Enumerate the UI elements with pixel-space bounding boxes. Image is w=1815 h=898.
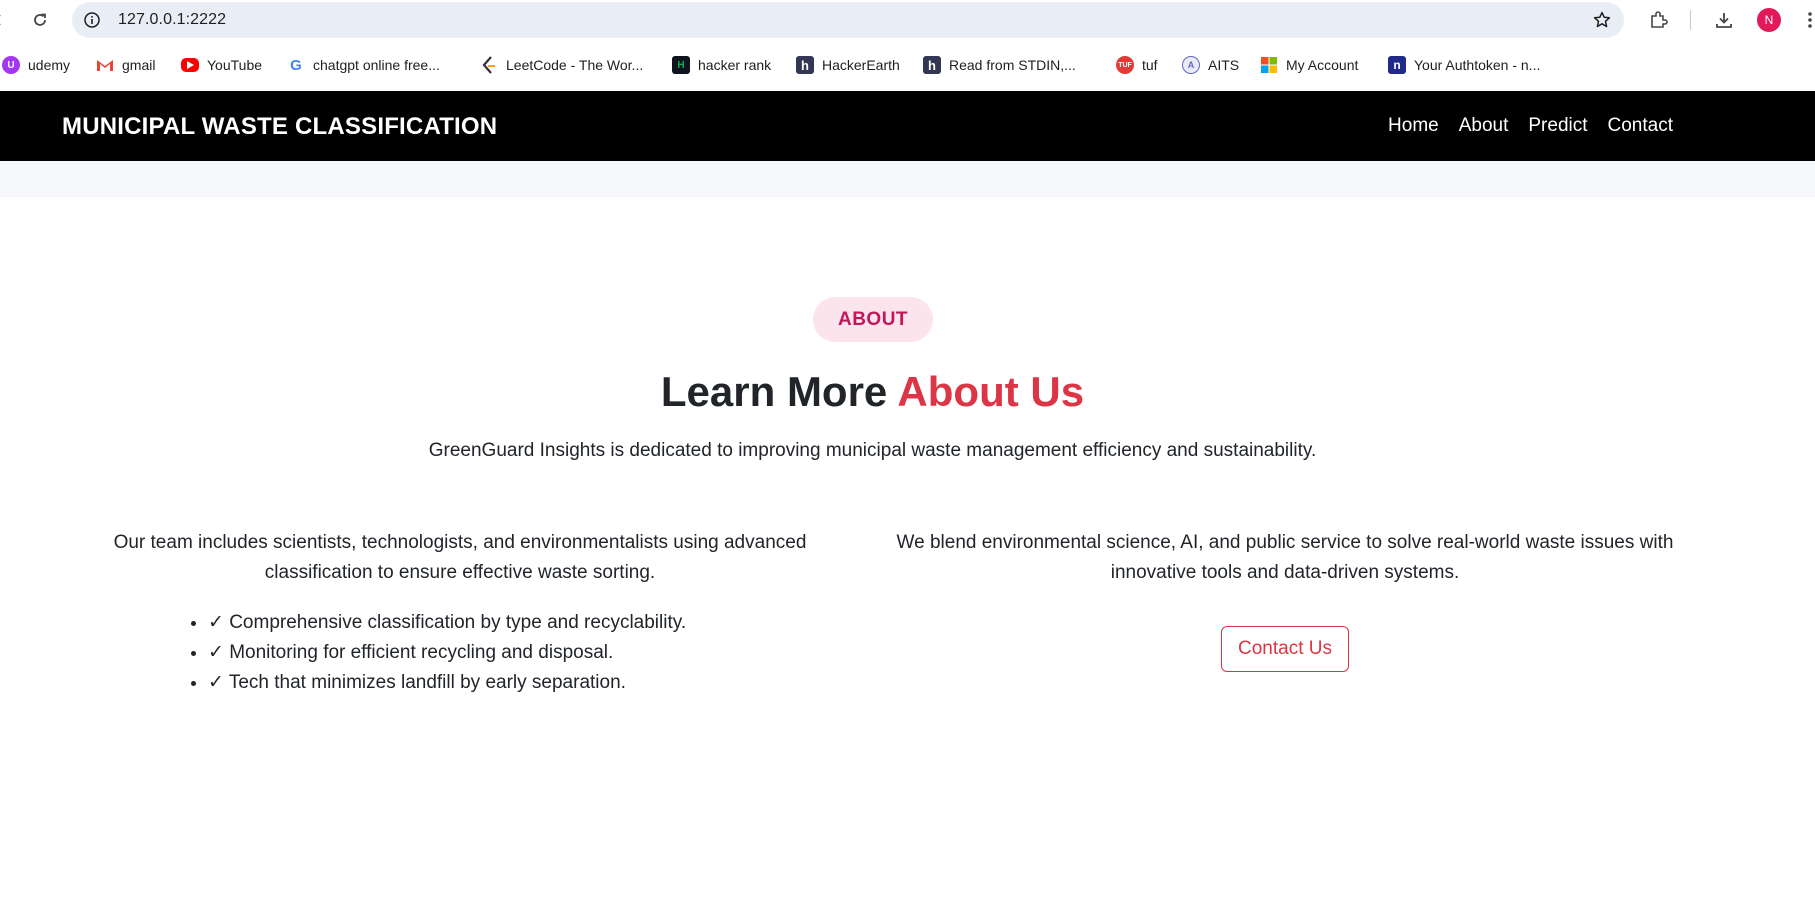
section-heading: Learn More About Us <box>0 368 1745 416</box>
bookmark-youtube[interactable]: YouTube <box>181 54 262 76</box>
microsoft-icon <box>1260 56 1278 74</box>
bookmark-label: chatgpt online free... <box>313 57 440 73</box>
site-brand[interactable]: MUNICIPAL WASTE CLASSIFICATION <box>62 113 497 141</box>
list-item: ✓ Monitoring for efficient recycling and… <box>208 638 830 668</box>
contact-us-button[interactable]: Contact Us <box>1221 626 1349 672</box>
about-right-column: We blend environmental science, AI, and … <box>890 528 1680 588</box>
hero-bottom-band <box>0 161 1815 197</box>
bookmark-label: gmail <box>122 57 156 73</box>
ngrok-icon: n <box>1388 56 1406 74</box>
reload-icon[interactable] <box>26 6 54 34</box>
nav-home[interactable]: Home <box>1388 115 1439 137</box>
team-description: Our team includes scientists, technologi… <box>113 532 807 583</box>
download-icon[interactable] <box>1710 6 1738 34</box>
leetcode-icon <box>480 56 498 74</box>
bookmark-aits[interactable]: A AITS <box>1182 54 1239 76</box>
browser-toolbar: 127.0.0.1:2222 N <box>0 0 1815 40</box>
feature-checklist: ✓ Comprehensive classification by type a… <box>190 608 830 698</box>
bookmarks-bar: U udemy gmail YouTube G chatgpt online f… <box>0 48 1815 82</box>
bookmark-label: YouTube <box>207 57 263 73</box>
bookmark-gmail[interactable]: gmail <box>96 54 155 76</box>
hackerearth-icon: h <box>796 56 814 74</box>
bookmark-label: udemy <box>28 57 71 73</box>
bookmark-label: tuf <box>1142 57 1158 73</box>
aits-icon: A <box>1182 56 1200 74</box>
youtube-icon <box>181 58 199 72</box>
bookmark-label: LeetCode - The Wor... <box>506 57 644 73</box>
hackerrank-icon: H <box>672 56 690 74</box>
tuf-icon: TUF <box>1116 56 1134 74</box>
section-lead: GreenGuard Insights is dedicated to impr… <box>428 440 1317 461</box>
bookmark-udemy[interactable]: U udemy <box>2 54 70 76</box>
bookmark-hackerrank[interactable]: H hacker rank <box>672 54 771 76</box>
hackerearth-icon: h <box>923 56 941 74</box>
site-navbar: MUNICIPAL WASTE CLASSIFICATION Home Abou… <box>0 91 1815 161</box>
extensions-icon[interactable] <box>1644 6 1672 34</box>
address-url[interactable]: 127.0.0.1:2222 <box>118 11 226 29</box>
google-icon: G <box>290 56 302 74</box>
browser-menu-icon[interactable] <box>1796 6 1815 34</box>
list-item: ✓ Tech that minimizes landfill by early … <box>208 668 830 698</box>
toolbar-divider <box>1690 10 1691 30</box>
site-info-icon[interactable] <box>82 10 102 30</box>
bookmark-label: HackerEarth <box>822 57 900 73</box>
bookmark-authtoken[interactable]: n Your Authtoken - n... <box>1388 54 1540 76</box>
bookmark-chatgpt[interactable]: G chatgpt online free... <box>287 54 440 76</box>
address-bar[interactable]: 127.0.0.1:2222 <box>72 2 1624 38</box>
bookmark-my-account[interactable]: My Account <box>1260 54 1358 76</box>
bookmark-read-stdin[interactable]: h Read from STDIN,... <box>923 54 1076 76</box>
back-arrow-icon[interactable] <box>0 6 12 34</box>
profile-avatar[interactable]: N <box>1757 8 1781 32</box>
nav-links: Home About Predict Contact <box>1388 115 1673 137</box>
browser-chrome: 127.0.0.1:2222 N U udemy gmail YouTube G… <box>0 0 1815 90</box>
mission-description: We blend environmental science, AI, and … <box>896 532 1674 583</box>
about-left-column: Our team includes scientists, technologi… <box>90 528 830 698</box>
bookmark-label: Your Authtoken - n... <box>1414 57 1541 73</box>
bookmark-label: Read from STDIN,... <box>949 57 1076 73</box>
nav-contact[interactable]: Contact <box>1608 115 1673 137</box>
bookmark-star-icon[interactable] <box>1592 10 1612 30</box>
bookmark-hackerearth[interactable]: h HackerEarth <box>796 54 900 76</box>
gmail-icon <box>96 56 114 74</box>
list-item: ✓ Comprehensive classification by type a… <box>208 608 830 638</box>
heading-accent: About Us <box>897 368 1085 415</box>
bookmark-tuf[interactable]: TUF tuf <box>1116 54 1158 76</box>
section-pill: ABOUT <box>813 297 933 342</box>
bookmark-label: My Account <box>1286 57 1359 73</box>
bookmark-leetcode[interactable]: LeetCode - The Wor... <box>480 54 643 76</box>
bookmark-label: hacker rank <box>698 57 772 73</box>
nav-predict[interactable]: Predict <box>1528 115 1587 137</box>
nav-about[interactable]: About <box>1459 115 1509 137</box>
heading-plain: Learn More <box>660 368 888 415</box>
udemy-icon: U <box>2 56 20 74</box>
bookmark-label: AITS <box>1208 57 1240 73</box>
